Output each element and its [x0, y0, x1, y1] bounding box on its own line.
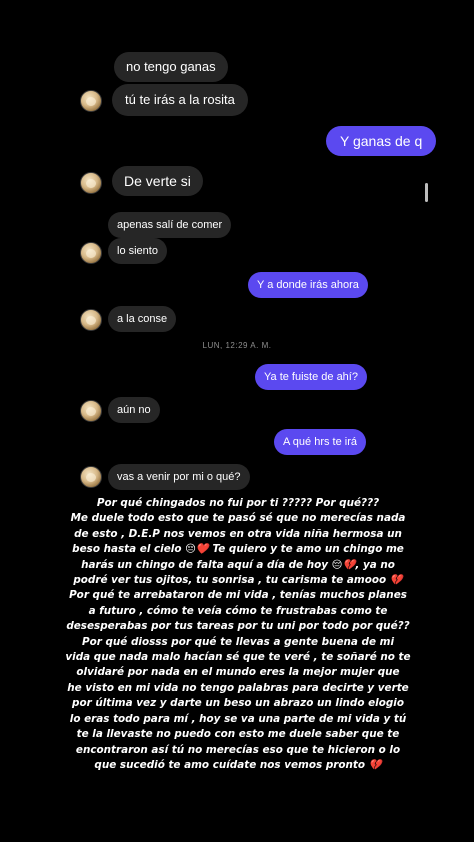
message-bubble-outgoing[interactable]: Y ganas de q	[326, 126, 437, 156]
message-bubble-incoming[interactable]: tú te irás a la rosita	[112, 84, 248, 116]
message-text: no tengo ganas	[126, 59, 216, 74]
message-bubble-incoming[interactable]: De verte si	[112, 166, 203, 196]
avatar[interactable]	[80, 172, 102, 194]
message-bubble-incoming[interactable]: no tengo ganas	[114, 52, 228, 82]
chat-screenshot: no tengo ganas tú te irás a la rosita Y …	[0, 0, 474, 842]
message-text: a la conse	[117, 313, 168, 325]
message-bubble-outgoing[interactable]: Y a donde irás ahora	[248, 272, 368, 298]
scrollbar[interactable]	[425, 183, 428, 202]
message-bubble-incoming[interactable]: apenas salí de comer	[108, 212, 232, 238]
message-text: Y ganas de q	[340, 133, 423, 149]
avatar[interactable]	[80, 90, 102, 112]
message-bubble-incoming[interactable]: aún no	[108, 397, 160, 423]
avatar[interactable]	[80, 400, 102, 422]
message-bubble-incoming[interactable]: a la conse	[108, 306, 177, 332]
message-text: apenas salí de comer	[117, 219, 223, 231]
message-text: De verte si	[124, 173, 191, 189]
message-text: lo siento	[117, 245, 158, 257]
avatar[interactable]	[80, 309, 102, 331]
message-text: Ya te fuiste de ahí?	[264, 371, 358, 383]
message-bubble-incoming[interactable]: lo siento	[108, 238, 167, 264]
avatar[interactable]	[80, 242, 102, 264]
message-timestamp: LUN, 12:29 A. M.	[202, 341, 272, 350]
message-bubble-outgoing[interactable]: A qué hrs te irá	[274, 429, 366, 455]
message-text: aún no	[117, 404, 151, 416]
story-caption-text: Por qué chingados no fui por ti ????? Po…	[65, 497, 411, 771]
message-text: vas a venir por mi o qué?	[117, 471, 241, 483]
message-bubble-outgoing[interactable]: Ya te fuiste de ahí?	[255, 364, 367, 390]
message-bubble-incoming[interactable]: vas a venir por mi o qué?	[108, 464, 250, 490]
message-text: Y a donde irás ahora	[257, 279, 359, 291]
avatar[interactable]	[80, 466, 102, 488]
message-text: A qué hrs te irá	[283, 436, 357, 448]
message-text: tú te irás a la rosita	[125, 92, 235, 107]
